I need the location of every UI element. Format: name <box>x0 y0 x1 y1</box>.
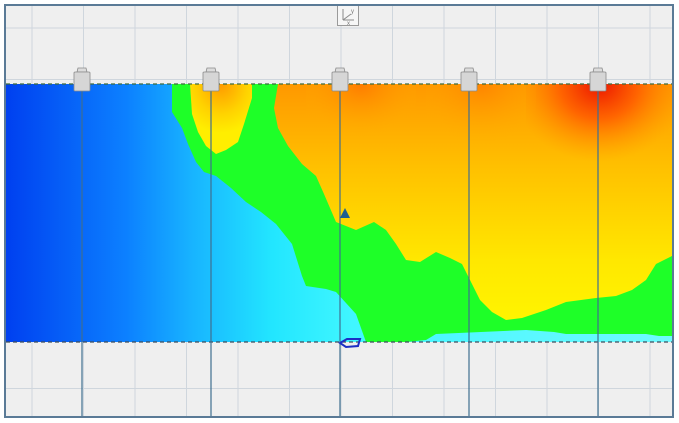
heatmap-field[interactable] <box>6 84 672 342</box>
axis-label-x: x <box>347 21 350 25</box>
axis-label-y: y <box>351 9 354 15</box>
axis-triad-icon[interactable]: y x <box>337 6 359 27</box>
scene-viewport[interactable]: y x <box>4 4 674 418</box>
hot-spot-main <box>526 84 672 214</box>
hot-spot-secondary <box>306 84 416 174</box>
heatmap-canvas <box>6 84 672 342</box>
axis-triad-glyph: y x <box>342 9 354 27</box>
hot-spot-tertiary <box>426 84 536 184</box>
